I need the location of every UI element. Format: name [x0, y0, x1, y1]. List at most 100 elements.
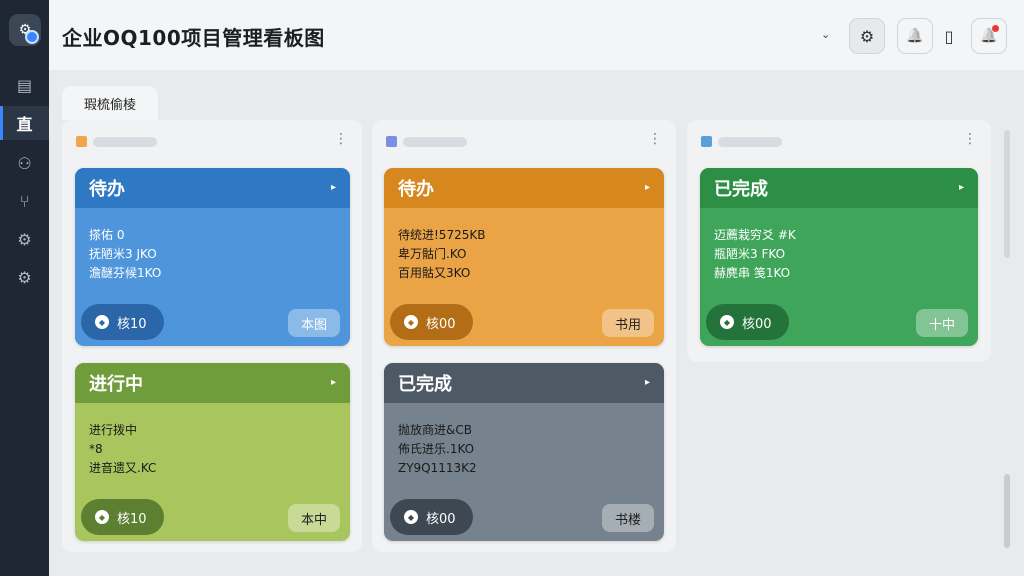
card-body: 迈薦栽穷爻 #K 瓶陋米3 FKO 赫麂串 笺1KO	[700, 208, 978, 283]
more-icon[interactable]: ⋮	[334, 132, 348, 146]
column-color-square	[76, 136, 87, 147]
badge-label: 核00	[426, 511, 456, 527]
card-title: 待办	[398, 179, 434, 200]
card-line: 佈氏进乐.1KO	[398, 442, 475, 456]
card-line: 抛放商进&CB	[398, 423, 472, 437]
badge-label: 核10	[117, 511, 147, 527]
gear-icon: ⚙	[859, 26, 875, 46]
card-tag[interactable]: 十中	[916, 309, 968, 337]
card-line: 进行拨中	[89, 423, 138, 437]
card-title: 进行中	[89, 374, 143, 395]
task-card[interactable]: 待办 ▸ 待统进!5725KB 卑万骷门.KO 百用骷又3KO ◆ 核00 书用	[384, 168, 664, 346]
card-header: 已完成 ▸	[384, 363, 664, 403]
sidebar-item-org[interactable]: ⚇	[0, 146, 49, 180]
task-card[interactable]: 待办 ▸ 搽佑 0 抚陋米3 JKO 澹醚芬候1KO ◆ 核10 本图	[75, 168, 350, 346]
bell-icon: 🔔	[906, 28, 924, 44]
card-tag[interactable]: 本图	[288, 309, 340, 337]
arrow-right-icon[interactable]: ▸	[331, 377, 336, 388]
alerts-button[interactable]: 🔔	[971, 18, 1007, 54]
card-badge[interactable]: ◆ 核10	[81, 499, 164, 535]
card-line: 搽佑 0	[89, 228, 125, 242]
compass-icon: ◆	[720, 315, 734, 329]
card-line: 待统进!5725KB	[398, 228, 486, 242]
card-badge[interactable]: ◆ 核00	[390, 304, 473, 340]
column-header: ·····	[386, 136, 467, 147]
logo-badge	[25, 30, 39, 44]
card-body: 抛放商进&CB 佈氏进乐.1KO ZY9Q1113K2	[384, 403, 664, 478]
card-line: 澹醚芬候1KO	[89, 266, 162, 280]
card-tag[interactable]: 书用	[602, 309, 654, 337]
card-title: 待办	[89, 179, 125, 200]
chevron-down-icon[interactable]: ⌄	[821, 28, 830, 41]
more-icon[interactable]: ⋮	[648, 132, 662, 146]
arrow-right-icon[interactable]: ▸	[645, 377, 650, 388]
card-title: 已完成	[714, 179, 768, 200]
settings-alt-icon: ⚙	[17, 267, 32, 287]
phone-icon: ▯	[944, 26, 954, 46]
card-line: *8	[89, 442, 103, 456]
card-line: 卑万骷门.KO	[398, 247, 467, 261]
device-button[interactable]: ▯	[931, 18, 967, 54]
card-footer: ◆ 核10 本中	[75, 497, 350, 541]
branch-icon: ⑂	[19, 191, 30, 211]
page-scrollbar[interactable]	[1004, 474, 1010, 548]
page-title: 企业OQ100项目管理看板图	[62, 26, 325, 50]
settings-icon: ⚙	[17, 229, 32, 249]
document-icon: ▤	[16, 75, 33, 95]
card-badge[interactable]: ◆ 核00	[390, 499, 473, 535]
compass-icon: ◆	[404, 510, 418, 524]
badge-label: 核10	[117, 316, 147, 332]
card-line: 迈薦栽穷爻 #K	[714, 228, 796, 242]
column-name: ·····	[718, 136, 782, 147]
notifications-button[interactable]: 🔔	[897, 18, 933, 54]
card-footer: ◆ 核10 本图	[75, 302, 350, 346]
alert-dot	[992, 25, 999, 32]
card-footer: ◆ 核00 十中	[700, 302, 978, 346]
card-line: 赫麂串 笺1KO	[714, 266, 791, 280]
settings-button[interactable]: ⚙	[849, 18, 885, 54]
card-body: 进行拨中 *8 进音遗又.KC	[75, 403, 350, 478]
column-color-square	[701, 136, 712, 147]
arrow-right-icon[interactable]: ▸	[331, 182, 336, 193]
column-header: ·····	[76, 136, 157, 147]
app-logo[interactable]: ⚙	[9, 14, 41, 46]
card-header: 已完成 ▸	[700, 168, 978, 208]
sidebar-item-settings-alt[interactable]: ⚙	[0, 260, 49, 294]
sidebar-item-settings[interactable]: ⚙	[0, 222, 49, 256]
card-footer: ◆ 核00 书用	[384, 302, 664, 346]
task-card[interactable]: 已完成 ▸ 抛放商进&CB 佈氏进乐.1KO ZY9Q1113K2 ◆ 核00 书楼	[384, 363, 664, 541]
arrow-right-icon[interactable]: ▸	[959, 182, 964, 193]
more-icon[interactable]: ⋮	[963, 132, 977, 146]
card-line: 瓶陋米3 FKO	[714, 247, 786, 261]
card-header: 进行中 ▸	[75, 363, 350, 403]
column-scrollbar[interactable]	[1004, 130, 1010, 258]
column-name: ·····	[403, 136, 467, 147]
badge-label: 核00	[426, 316, 456, 332]
sidebar-item-board[interactable]: 直	[0, 106, 49, 140]
tab-board[interactable]: 瑕梳偷棱	[62, 86, 158, 120]
card-tag[interactable]: 书楼	[602, 504, 654, 532]
sidebar-item-branch[interactable]: ⑂	[0, 184, 49, 218]
sidebar-item-documents[interactable]: ▤	[0, 68, 49, 102]
org-icon: ⚇	[17, 153, 32, 173]
card-line: 抚陋米3 JKO	[89, 247, 157, 261]
card-line: 百用骷又3KO	[398, 266, 471, 280]
card-header: 待办 ▸	[75, 168, 350, 208]
card-tag[interactable]: 本中	[288, 504, 340, 532]
card-badge[interactable]: ◆ 核10	[81, 304, 164, 340]
top-bar: 企业OQ100项目管理看板图 ⌄ ⚙ 🔔 ▯ 🔔	[49, 0, 1024, 70]
sidebar: ⚙ ▤ 直 ⚇ ⑂ ⚙ ⚙	[0, 0, 49, 576]
compass-icon: ◆	[95, 510, 109, 524]
task-card[interactable]: 已完成 ▸ 迈薦栽穷爻 #K 瓶陋米3 FKO 赫麂串 笺1KO ◆ 核00 十中	[700, 168, 978, 346]
compass-icon: ◆	[95, 315, 109, 329]
card-badge[interactable]: ◆ 核00	[706, 304, 789, 340]
arrow-right-icon[interactable]: ▸	[645, 182, 650, 193]
board-icon: 直	[16, 115, 33, 134]
card-title: 已完成	[398, 374, 452, 395]
card-body: 搽佑 0 抚陋米3 JKO 澹醚芬候1KO	[75, 208, 350, 283]
card-line: ZY9Q1113K2	[398, 461, 477, 475]
column-name: ·····	[93, 136, 157, 147]
task-card[interactable]: 进行中 ▸ 进行拨中 *8 进音遗又.KC ◆ 核10 本中	[75, 363, 350, 541]
column-header: ·····	[701, 136, 782, 147]
column-color-square	[386, 136, 397, 147]
